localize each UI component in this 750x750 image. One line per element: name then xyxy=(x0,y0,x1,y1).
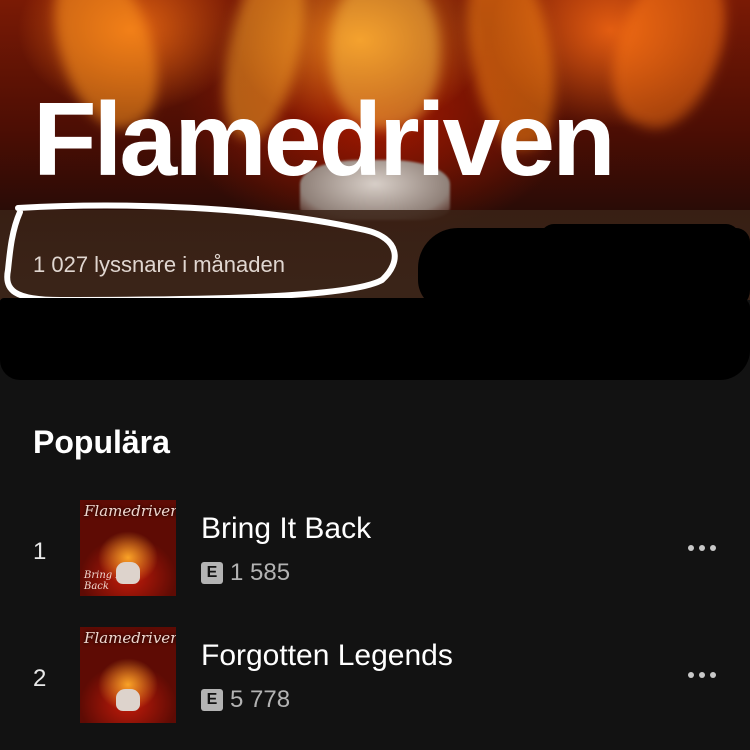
skull-icon xyxy=(116,562,140,584)
skull-icon xyxy=(116,689,140,711)
track-number: 1 xyxy=(33,538,47,565)
explicit-icon: E xyxy=(201,689,223,711)
more-options-icon xyxy=(688,672,716,678)
redaction-scribble xyxy=(540,224,740,254)
more-options-icon xyxy=(688,545,716,551)
flame-decoration xyxy=(593,0,747,142)
explicit-icon: E xyxy=(201,562,223,584)
redaction-scribble xyxy=(0,298,750,380)
track-title: Bring It Back xyxy=(201,512,372,545)
play-count: 1 585 xyxy=(230,559,291,586)
hand-drawn-circle-annotation xyxy=(4,202,398,303)
play-count: 5 778 xyxy=(230,686,291,713)
more-options-button[interactable] xyxy=(680,528,724,568)
album-cover: Flamedriven Bring It Back xyxy=(80,500,176,596)
track-number: 2 xyxy=(33,665,47,692)
track-row[interactable]: 2 Flamedriven Forgotten Legends E 5 778 xyxy=(0,627,750,727)
album-cover: Flamedriven xyxy=(80,627,176,723)
more-options-button[interactable] xyxy=(680,655,724,695)
track-title: Forgotten Legends xyxy=(201,639,453,672)
artist-name: Flamedriven xyxy=(33,82,616,198)
popular-section-title: Populära xyxy=(33,424,170,460)
track-row[interactable]: 1 Flamedriven Bring It Back Bring It Bac… xyxy=(0,500,750,600)
cover-logo-text: Flamedriven xyxy=(84,629,176,647)
cover-logo-text: Flamedriven xyxy=(84,502,176,520)
